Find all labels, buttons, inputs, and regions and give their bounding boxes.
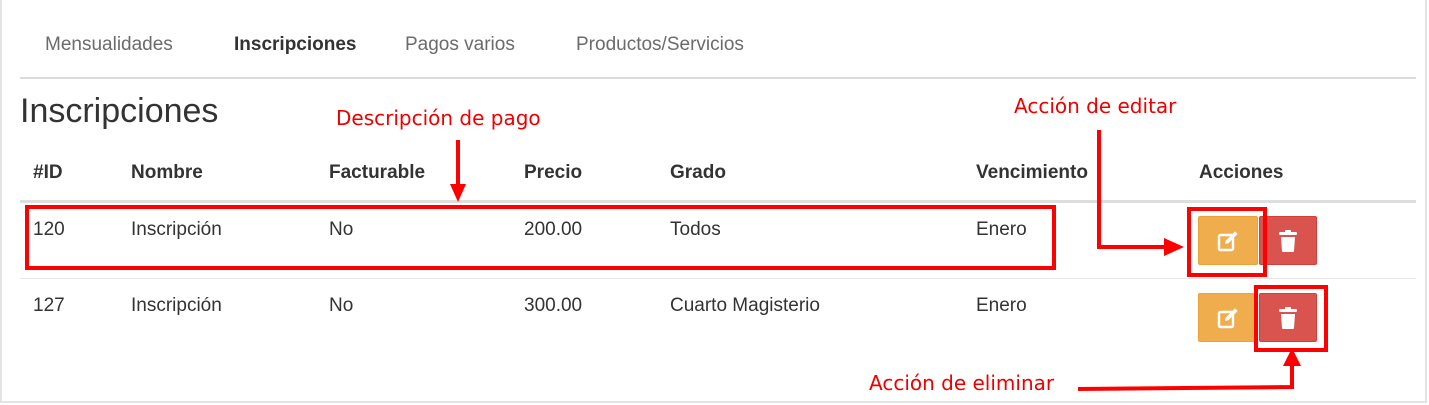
annotation-arrows bbox=[450, 130, 1301, 391]
arrow-down bbox=[450, 140, 466, 202]
arrow-elbow-up bbox=[1077, 348, 1301, 391]
arrow-elbow-right bbox=[1097, 130, 1184, 256]
